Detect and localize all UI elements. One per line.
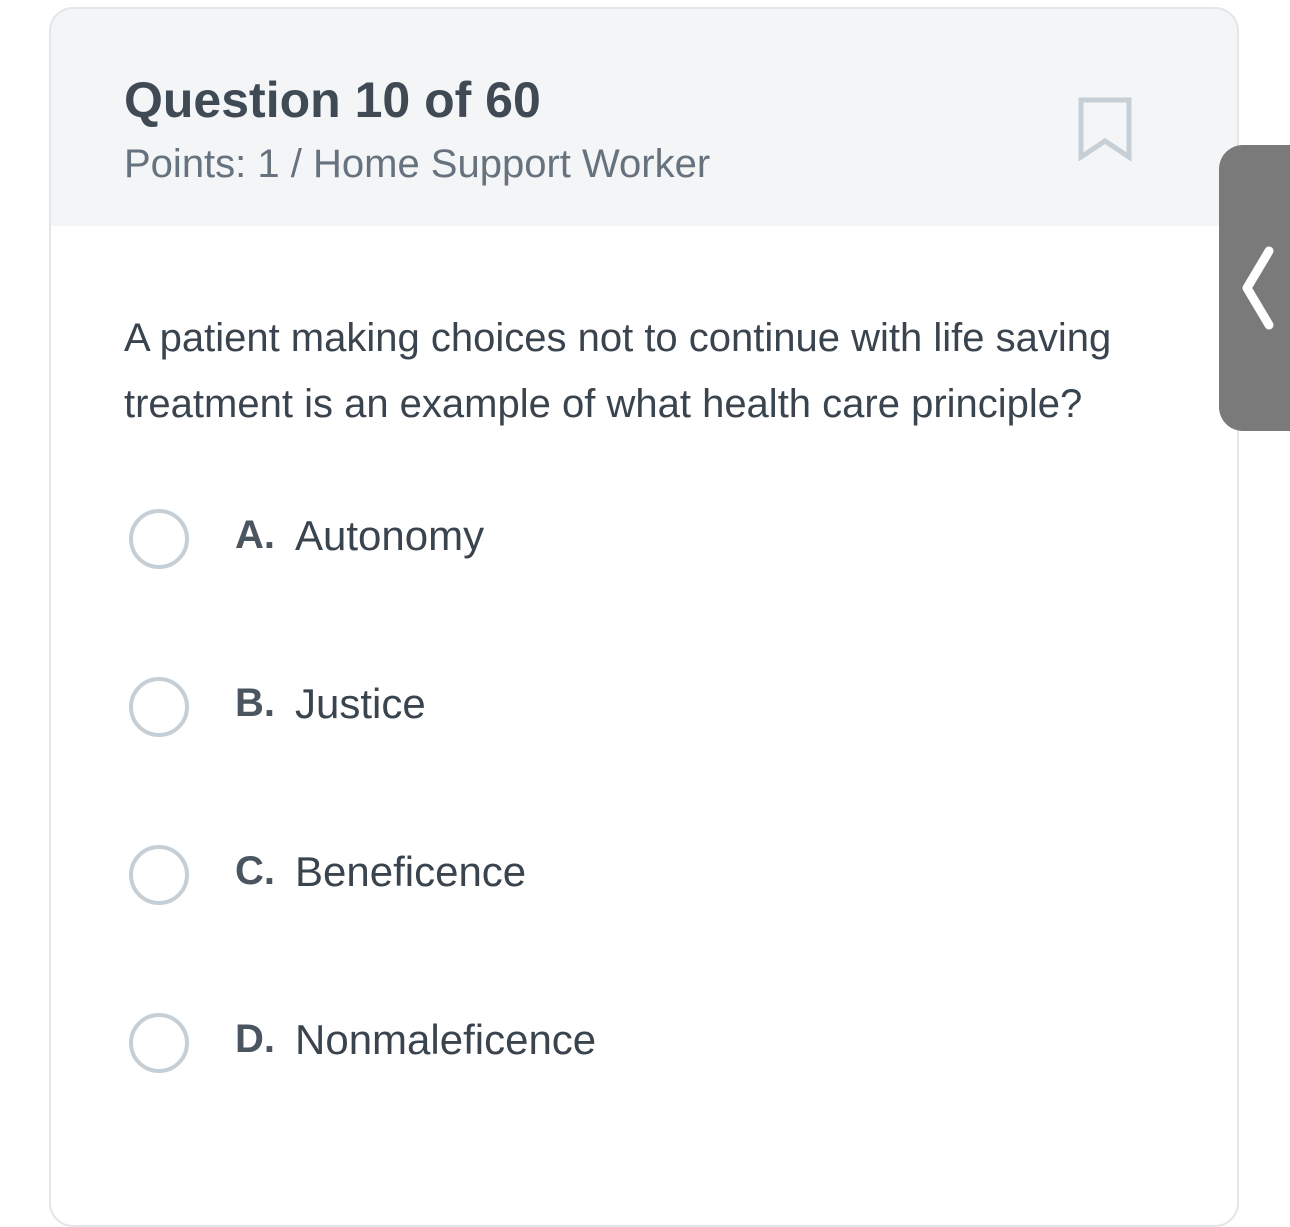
radio-button[interactable] <box>129 677 189 737</box>
option-label: Autonomy <box>295 512 485 559</box>
option-letter: C. <box>235 849 275 893</box>
question-card: Question 10 of 60 Points: 1 / Home Suppo… <box>49 7 1239 1227</box>
option-a[interactable]: A. Autonomy <box>129 507 1129 571</box>
radio-button[interactable] <box>129 1013 189 1073</box>
question-points: Points: 1 / Home Support Worker <box>124 142 711 186</box>
bookmark-icon <box>1078 97 1132 162</box>
option-letter: A. <box>235 513 275 557</box>
option-letter: D. <box>235 1017 275 1061</box>
option-c[interactable]: C. Beneficence <box>129 843 1129 907</box>
question-text: A patient making choices not to continue… <box>124 316 1112 426</box>
option-label: Nonmaleficence <box>295 1016 597 1063</box>
radio-button[interactable] <box>129 845 189 905</box>
question-header: Question 10 of 60 Points: 1 / Home Suppo… <box>51 9 1237 226</box>
option-d[interactable]: D. Nonmaleficence <box>129 1011 1129 1075</box>
question-title: Question 10 of 60 <box>124 72 541 128</box>
option-label: Beneficence <box>295 848 527 895</box>
side-panel-toggle[interactable] <box>1219 145 1290 431</box>
bookmark-button[interactable] <box>1077 97 1133 162</box>
option-label: Justice <box>295 680 426 727</box>
chevron-left-icon <box>1242 246 1274 330</box>
option-letter: B. <box>235 681 275 725</box>
option-b[interactable]: B. Justice <box>129 675 1129 739</box>
radio-button[interactable] <box>129 509 189 569</box>
